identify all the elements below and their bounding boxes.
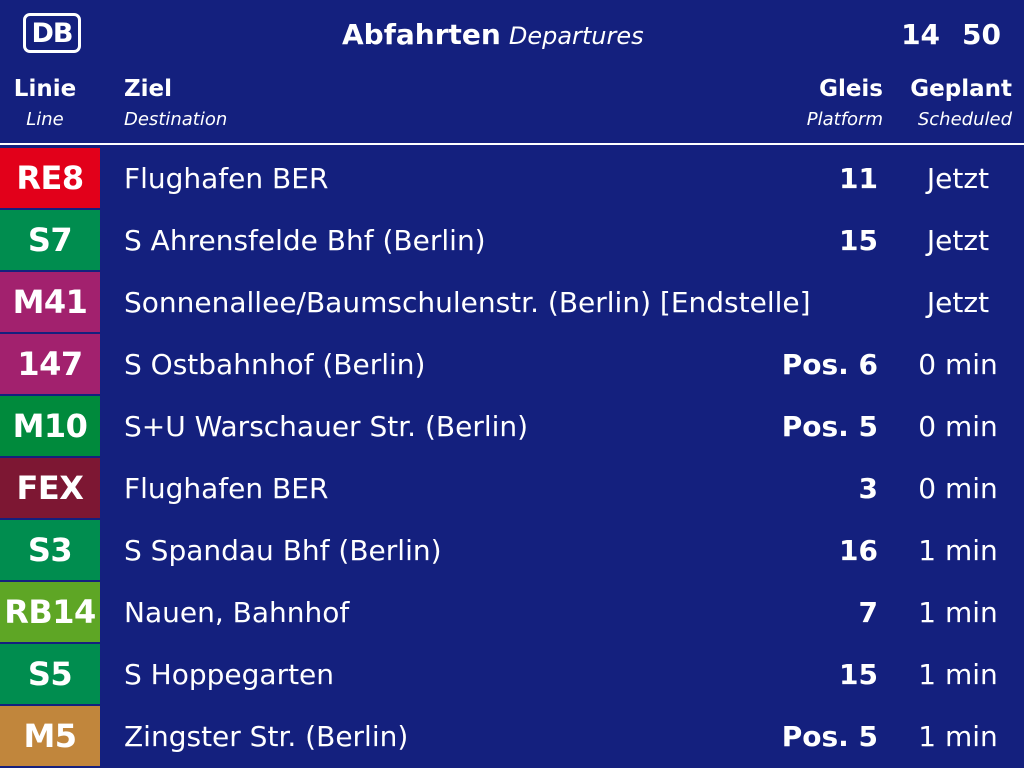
line-badge: RE8 (0, 148, 100, 208)
clock-minutes: 50 (962, 18, 1001, 51)
line-badge: FEX (0, 458, 100, 518)
platform: 16 (839, 534, 878, 567)
column-platform-en: Platform (806, 109, 883, 130)
line-badge: 147 (0, 334, 100, 394)
platform: 15 (839, 224, 878, 257)
departure-row: FEX Flughafen BER 3 0 min (0, 458, 1024, 520)
line-badge: M10 (0, 396, 100, 456)
departure-list: RE8 Flughafen BER 11 Jetzt S7 S Ahrensfe… (0, 148, 1024, 768)
destination: Flughafen BER (124, 472, 329, 505)
column-destination-de: Ziel (124, 76, 173, 102)
platform: 15 (839, 658, 878, 691)
title-english: Departures (508, 22, 644, 50)
platform: 3 (858, 472, 878, 505)
column-platform: Gleis Platform (807, 72, 883, 134)
destination: S+U Warschauer Str. (Berlin) (124, 410, 529, 443)
destination: S Hoppegarten (124, 658, 335, 691)
platform: Pos. 5 (781, 410, 878, 443)
destination: Nauen, Bahnhof (124, 596, 350, 629)
board-title: Abfahrten Departures (342, 18, 644, 51)
column-headers: Linie Line Ziel Destination Gleis Platfo… (0, 72, 1024, 144)
line-badge: S7 (0, 210, 100, 270)
destination: Flughafen BER (124, 162, 329, 195)
platform: 11 (839, 162, 878, 195)
departure-row: RB14 Nauen, Bahnhof 7 1 min (0, 582, 1024, 644)
departure-time: 0 min (918, 472, 998, 505)
db-logo: DB (23, 13, 81, 53)
column-scheduled: Geplant Scheduled (910, 72, 1012, 134)
departure-time: Jetzt (926, 286, 990, 319)
departure-row: S7 S Ahrensfelde Bhf (Berlin) 15 Jetzt (0, 210, 1024, 272)
departure-time: 0 min (918, 410, 998, 443)
column-line-en: Line (26, 109, 64, 130)
departure-time: 1 min (918, 534, 998, 567)
departure-row: M5 Zingster Str. (Berlin) Pos. 5 1 min (0, 706, 1024, 768)
line-badge: S3 (0, 520, 100, 580)
title-german: Abfahrten (342, 18, 501, 51)
departure-time: 1 min (918, 596, 998, 629)
line-badge: S5 (0, 644, 100, 704)
destination: Zingster Str. (Berlin) (124, 720, 409, 753)
departure-time: Jetzt (926, 224, 990, 257)
top-bar: DB Abfahrten Departures 14 50 (0, 0, 1024, 70)
departure-row: S3 S Spandau Bhf (Berlin) 16 1 min (0, 520, 1024, 582)
departure-row: RE8 Flughafen BER 11 Jetzt (0, 148, 1024, 210)
departure-time: 1 min (918, 720, 998, 753)
column-scheduled-de: Geplant (910, 76, 1012, 102)
column-line: Linie Line (0, 72, 90, 134)
line-badge: M41 (0, 272, 100, 332)
column-line-de: Linie (13, 76, 77, 102)
column-destination-en: Destination (124, 109, 228, 130)
departure-row: S5 S Hoppegarten 15 1 min (0, 644, 1024, 706)
line-badge: M5 (0, 706, 100, 766)
clock: 14 50 (901, 18, 1001, 51)
column-destination: Ziel Destination (124, 72, 227, 134)
column-scheduled-en: Scheduled (917, 109, 1012, 130)
column-platform-de: Gleis (819, 76, 883, 102)
departure-row: 147 S Ostbahnhof (Berlin) Pos. 6 0 min (0, 334, 1024, 396)
platform: Pos. 6 (781, 348, 878, 381)
clock-hours: 14 (901, 18, 941, 51)
destination: Sonnenallee/Baumschulenstr. (Berlin) [En… (124, 286, 811, 319)
destination: S Ahrensfelde Bhf (Berlin) (124, 224, 486, 257)
departure-row: M10 S+U Warschauer Str. (Berlin) Pos. 5 … (0, 396, 1024, 458)
platform: 7 (858, 596, 878, 629)
departure-time: 1 min (918, 658, 998, 691)
departure-row: M41 Sonnenallee/Baumschulenstr. (Berlin)… (0, 272, 1024, 334)
departure-time: 0 min (918, 348, 998, 381)
line-badge: RB14 (0, 582, 100, 642)
destination: S Spandau Bhf (Berlin) (124, 534, 442, 567)
destination: S Ostbahnhof (Berlin) (124, 348, 426, 381)
platform: Pos. 5 (781, 720, 878, 753)
departure-time: Jetzt (926, 162, 990, 195)
header-divider (0, 143, 1024, 145)
